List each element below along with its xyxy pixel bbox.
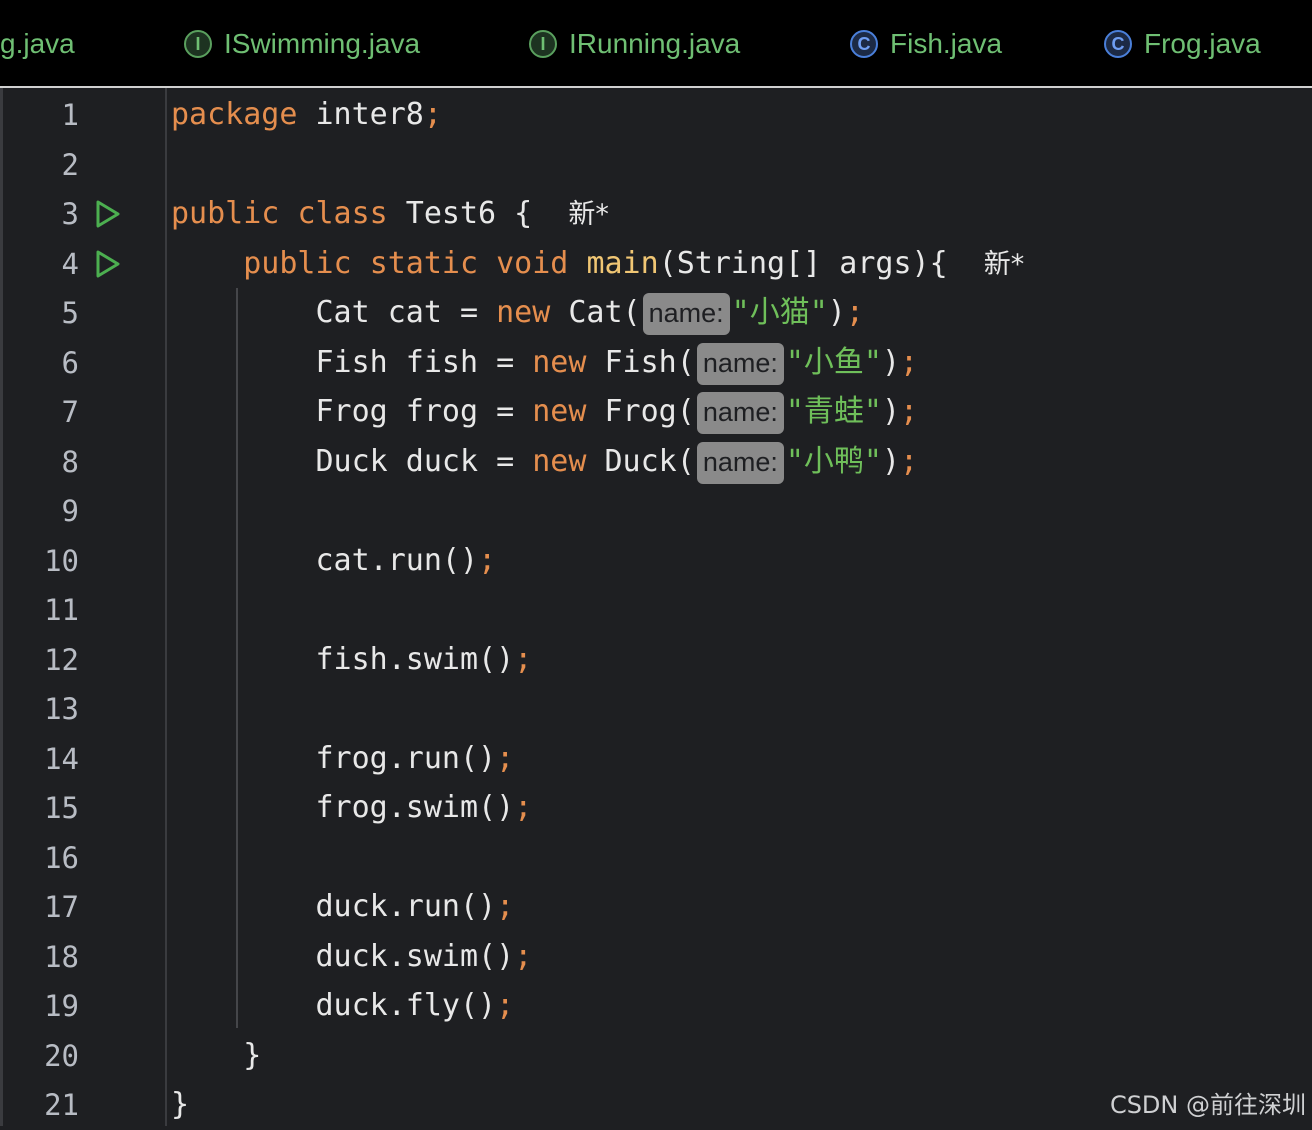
code-line-10: cat.run(); — [315, 543, 497, 578]
line-number: 8 — [61, 445, 79, 479]
line-number: 1 — [61, 98, 79, 132]
line-number: 19 — [44, 989, 79, 1023]
code-line-21: } — [171, 1087, 190, 1122]
tab-frog[interactable]: C Frog.java — [1104, 0, 1261, 88]
class-icon: C — [850, 30, 878, 58]
run-icon[interactable] — [95, 249, 121, 279]
new-marker: 新* — [983, 249, 1025, 280]
line-number: 5 — [61, 296, 79, 330]
code-line-14: frog.run(); — [315, 741, 515, 776]
code-line-20: } — [243, 1038, 262, 1073]
line-number: 9 — [61, 494, 79, 528]
code-line-15: frog.swim(); — [315, 790, 533, 825]
tab-fish[interactable]: C Fish.java — [850, 0, 1002, 88]
run-icon[interactable] — [95, 199, 121, 229]
parameter-hint: name: — [696, 391, 784, 434]
line-number: 17 — [44, 890, 79, 924]
line-number: 14 — [44, 742, 79, 776]
code-line-17: duck.run(); — [315, 889, 515, 924]
line-number: 15 — [44, 791, 79, 825]
code-line-1: package inter8; — [171, 97, 442, 132]
line-number: 6 — [61, 346, 79, 380]
line-number: 11 — [44, 593, 79, 627]
code-line-19: duck.fly(); — [315, 988, 515, 1023]
line-number: 12 — [44, 643, 79, 677]
line-number: 2 — [61, 148, 79, 182]
code-editor[interactable]: 1 2 3 4 5 6 7 8 9 10 11 12 13 14 15 16 1… — [0, 88, 1312, 1126]
line-number: 7 — [61, 395, 79, 429]
tab-irunning[interactable]: I IRunning.java — [529, 0, 740, 88]
line-number-gutter: 1 2 3 4 5 6 7 8 9 10 11 12 13 14 15 16 1… — [0, 88, 165, 1126]
line-number: 3 — [61, 197, 79, 231]
interface-icon: I — [529, 30, 557, 58]
interface-icon: I — [184, 30, 212, 58]
tab-label: Fish.java — [890, 28, 1003, 59]
new-marker: 新* — [568, 199, 609, 230]
code-line-3: public class Test6 { 新* — [171, 196, 609, 231]
line-number: 20 — [44, 1039, 79, 1073]
gutter-divider — [165, 88, 167, 1126]
code-line-18: duck.swim(); — [315, 939, 533, 974]
line-number: 10 — [44, 544, 79, 578]
tab-label: IRunning.java — [569, 28, 741, 59]
code-line-12: fish.swim(); — [315, 642, 533, 677]
line-number: 18 — [44, 940, 79, 974]
parameter-hint: name: — [696, 441, 784, 484]
tab-label: g.java — [0, 28, 75, 59]
code-line-7: Frog frog = new Frog(name: "青蛙"); — [171, 387, 918, 437]
line-number: 21 — [44, 1088, 79, 1122]
line-number: 13 — [44, 692, 79, 726]
code-line-5: Cat cat = new Cat(name: "小猫"); — [171, 288, 864, 338]
code-line-4: public static void main(String[] args){ … — [243, 246, 1025, 281]
line-number: 4 — [61, 247, 79, 281]
class-icon: C — [1104, 30, 1132, 58]
tab-label: Frog.java — [1144, 28, 1261, 59]
editor-tab-bar: g.java I ISwimming.java I IRunning.java … — [0, 0, 1312, 88]
watermark: CSDN @前往深圳 — [1109, 1091, 1306, 1119]
code-line-8: Duck duck = new Duck(name: "小鸭"); — [171, 437, 918, 487]
parameter-hint: name: — [696, 342, 784, 385]
tab-partial-java[interactable]: g.java — [0, 0, 75, 88]
parameter-hint: name: — [642, 292, 730, 335]
code-line-6: Fish fish = new Fish(name: "小鱼"); — [171, 338, 918, 388]
tab-label: ISwimming.java — [224, 28, 421, 59]
tab-iswimming[interactable]: I ISwimming.java — [184, 0, 420, 88]
line-number: 16 — [44, 841, 79, 875]
